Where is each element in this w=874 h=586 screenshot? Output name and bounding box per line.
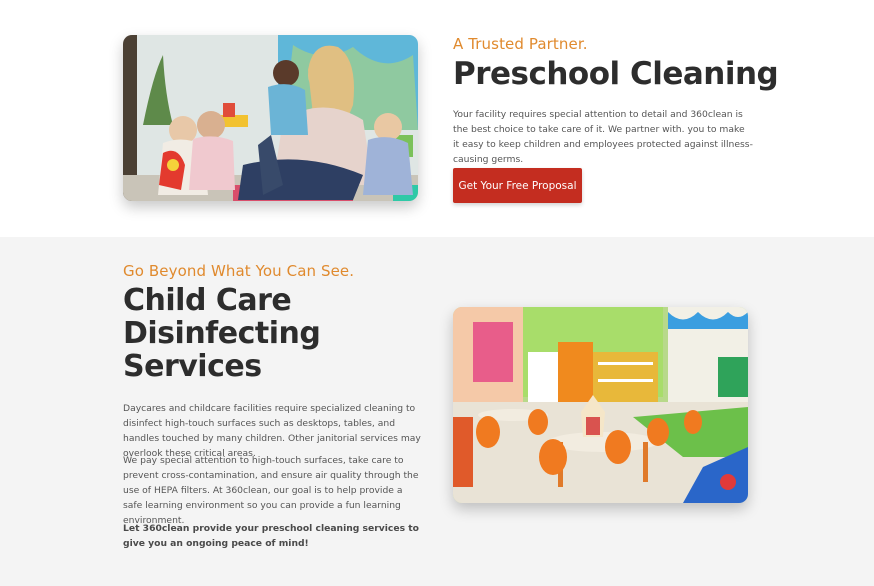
services-paragraph-3: Let 360clean provide your preschool clea… [123, 523, 419, 549]
services-title: Child Care Disinfecting Services [123, 283, 321, 384]
hero-description: Your facility requires special attention… [453, 109, 753, 165]
hero-photo [123, 35, 418, 201]
hero-kicker: A Trusted Partner. [453, 35, 588, 53]
classroom-photo [453, 307, 748, 503]
page-title: Preschool Cleaning [453, 56, 779, 92]
free-proposal-button[interactable]: Get Your Free Proposal [453, 168, 582, 203]
services-paragraph-2: We pay special attention to high-touch s… [123, 455, 419, 526]
services-paragraph-1: Daycares and childcare facilities requir… [123, 403, 421, 459]
services-kicker: Go Beyond What You Can See. [123, 262, 355, 280]
